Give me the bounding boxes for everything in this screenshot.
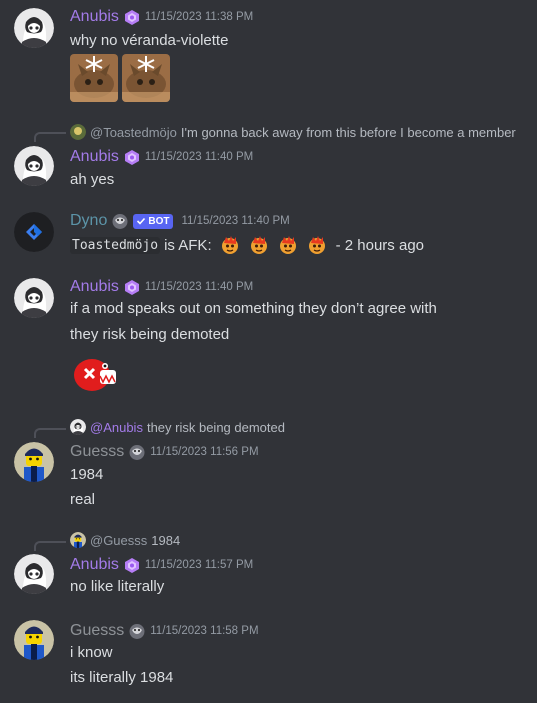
message-text: why no véranda-violette [70,32,229,49]
custom-emoji-icon[interactable] [72,356,120,396]
username[interactable]: Guesss [70,622,124,640]
reply-preview[interactable]: @Guesss 1984 [70,532,180,548]
image-attachment[interactable] [122,54,170,102]
grey-badge-icon [128,623,146,639]
fire-emoji-icon [307,235,327,255]
timestamp: 11/15/2023 11:40 PM [181,215,290,227]
timestamp: 11/15/2023 11:38 PM [144,11,254,23]
avatar[interactable] [14,278,54,318]
avatar[interactable] [14,554,54,594]
afk-user: Toastedmöjo [70,236,161,254]
grey-badge-icon [128,444,146,460]
fire-emoji-icon [249,235,269,255]
reply-spine [34,541,66,551]
username[interactable]: Anubis [70,8,119,26]
reply-preview[interactable]: @Toastedmöjo I'm gonna back away from th… [70,124,516,140]
timestamp: 11/15/2023 11:40 PM [144,281,254,293]
message-text: no like literally [70,578,165,595]
bot-avatar-badge-icon [111,213,129,229]
reply-avatar [70,419,86,435]
message-text: 1984 [70,466,104,483]
avatar[interactable] [14,146,54,186]
reply-avatar [70,124,86,140]
avatar[interactable] [14,212,54,252]
nitro-badge-icon [123,557,141,573]
bot-tag-label: BOT [148,215,170,227]
message-text: its literally 1984 [70,669,174,686]
message-text: they risk being demoted [70,326,230,343]
message-text: i know [70,644,113,661]
avatar[interactable] [14,620,54,660]
nitro-badge-icon [123,149,141,165]
username[interactable]: Guesss [70,443,124,461]
reply-spine [34,428,66,438]
timestamp: 11/15/2023 11:56 PM [150,446,259,458]
reply-avatar [70,532,86,548]
image-attachment[interactable] [70,54,118,102]
fire-emoji-icon [278,235,298,255]
timestamp: 11/15/2023 11:57 PM [144,559,254,571]
message-text: real [70,491,96,508]
message-text: ah yes [70,171,115,188]
afk-line: Toastedmöjo is AFK: - 2 hours ago [70,235,424,255]
nitro-badge-icon [123,279,141,295]
reply-text: 1984 [151,532,181,548]
avatar[interactable] [14,8,54,48]
checkmark-icon [137,217,146,225]
reply-spine [34,132,66,142]
timestamp: 11/15/2023 11:40 PM [144,151,254,163]
nitro-badge-icon [123,9,141,25]
reply-text: they risk being demoted [146,419,285,435]
reply-author[interactable]: @Toastedmöjo [90,125,177,140]
timestamp: 11/15/2023 11:58 PM [150,625,259,637]
avatar[interactable] [14,442,54,482]
message-text: if a mod speaks out on something they do… [70,300,437,317]
bot-tag: BOT [133,213,174,229]
afk-text: is AFK: [164,236,212,254]
reply-text: I'm gonna back away from this before I b… [180,124,516,140]
username[interactable]: Dyno [70,212,107,230]
username[interactable]: Anubis [70,556,119,574]
reply-author[interactable]: @Anubis [90,420,143,435]
username[interactable]: Anubis [70,278,119,296]
username[interactable]: Anubis [70,148,119,166]
afk-suffix: - 2 hours ago [335,236,424,254]
reply-preview[interactable]: @Anubis they risk being demoted [70,419,285,435]
fire-emoji-icon [220,235,240,255]
reply-author[interactable]: @Guesss [90,533,147,548]
